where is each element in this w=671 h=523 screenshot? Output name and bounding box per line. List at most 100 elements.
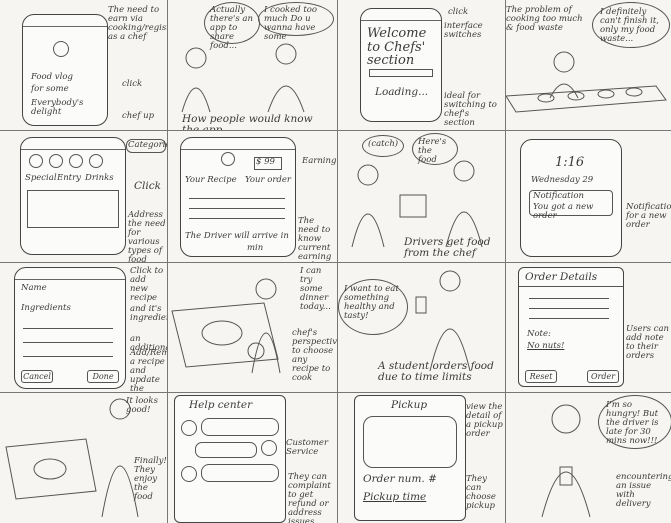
status-bar (23, 15, 107, 27)
bubble-text-1: Actually there's an app to share food... (210, 5, 253, 51)
note-chef-up: chef up (122, 111, 155, 121)
phone-sketch: Food vlog for some Everybody's delight (22, 14, 108, 126)
tab-drinks[interactable]: Drinks (85, 174, 114, 183)
cancel-button[interactable]: Cancel (21, 370, 53, 383)
earning-label: Earning (302, 156, 337, 166)
pickup-title: Pickup (391, 399, 428, 411)
notification-body: You got a new order (533, 202, 594, 221)
note-add: Add/Remove a recipe and update the ingre… (130, 348, 167, 392)
support-icon (181, 420, 197, 436)
category-icon (49, 154, 63, 168)
your-recipe-label[interactable]: Your Recipe (185, 176, 237, 185)
order-button[interactable]: Order (587, 370, 619, 383)
support-icon (181, 466, 197, 482)
panel-5: Special Entry Drinks Categories Click Ad… (0, 131, 167, 262)
tab-special[interactable]: Special (25, 174, 57, 183)
panel-3: Welcome to Chefs' section Loading... cli… (338, 0, 505, 130)
note-need: The need to know current earning and oth… (298, 216, 332, 262)
driver-unit: min (247, 243, 264, 253)
phone-text-1: Food vlog (31, 72, 73, 82)
status-bar (21, 138, 125, 150)
caption: A student orders food due to time limits (378, 360, 494, 384)
bubble-text-2: Here's the food (418, 137, 447, 165)
phone-sketch: Special Entry Drinks (20, 137, 126, 255)
pickup-time[interactable]: Pickup time (363, 491, 426, 503)
caption: Drivers get food from the chef (404, 236, 491, 260)
panel-12: Order Details Note: No nuts! Reset Order… (506, 263, 671, 392)
panel-13: It looks good! Finally! They enjoy the f… (0, 393, 167, 523)
panel-7: (catch) Here's the food Drivers get food… (338, 131, 505, 262)
panel-10: I can try some dinner today... chef's pe… (168, 263, 337, 392)
tab-entry[interactable]: Entry (57, 174, 81, 183)
phone-sketch: Order Details Note: No nuts! Reset Order (518, 267, 624, 387)
phone-sketch: Your Recipe Your order The Driver will a… (180, 137, 296, 257)
storyboard-sheet: Food vlog for some Everybody's delight T… (0, 0, 671, 523)
lock-date: Wednesday 29 (531, 175, 594, 185)
driver-text: The Driver will arrive in (185, 231, 289, 241)
list-line (189, 208, 285, 209)
phone-text-2: for some (31, 84, 69, 94)
category-icon (89, 154, 103, 168)
note-view: view the detail of a pickup order (466, 402, 503, 439)
note-click: click (448, 7, 469, 17)
order-details-title: Order Details (525, 271, 598, 283)
detail-line (529, 308, 609, 309)
note-interface: interface switches (444, 21, 483, 40)
panel-9: Name Ingredients Cancel Done Click to ad… (0, 263, 167, 392)
note: Notification for a new order (626, 202, 671, 230)
avatar-icon (53, 41, 69, 57)
phone-sketch: Help center (174, 395, 286, 523)
user-icon (261, 440, 277, 456)
status-bar (15, 268, 125, 280)
bubble-text: I can try some dinner today... (300, 266, 331, 312)
note-click: Click to add new recipe (130, 266, 164, 303)
field-name-label: Name (21, 283, 47, 293)
earning-amount: $ 99 (256, 157, 275, 167)
status-bar (361, 9, 441, 21)
notification-title: Notification (533, 191, 584, 201)
note: They can complaint to get refund or addr… (288, 472, 331, 523)
profile-icon (221, 152, 235, 166)
detail-line (529, 298, 609, 299)
reset-button[interactable]: Reset (525, 370, 557, 383)
ingredient-line[interactable] (23, 342, 113, 343)
note-ideal: ideal for switching to chef's section (444, 91, 497, 128)
note-input[interactable]: No nuts! (527, 342, 564, 351)
panel-2: Actually there's an app to share food...… (168, 0, 337, 130)
panel-11: I want to eat something healthy and tast… (338, 263, 505, 392)
bubble-text-2: I cooked too much Do u wanna have some (264, 5, 318, 42)
welcome-title: Welcome to Chefs' section (367, 26, 427, 69)
phone-sketch: Name Ingredients Cancel Done (14, 267, 126, 389)
ingredient-line[interactable] (23, 328, 113, 329)
note-click: Click (134, 180, 161, 192)
note-click: click (122, 79, 143, 89)
loading-bar (369, 69, 433, 77)
panel-4: The problem of cooking too much & food w… (506, 0, 671, 130)
category-icon (69, 154, 83, 168)
bubble-text: It looks good! (126, 396, 158, 415)
content-box (27, 190, 119, 228)
panel-16: I'm so hungry! But the driver is late fo… (506, 393, 671, 523)
chat-bubble (201, 464, 279, 482)
note-label: Note: (527, 329, 551, 339)
lock-time: 1:16 (555, 155, 585, 170)
loading-text: Loading... (375, 86, 429, 98)
done-button[interactable]: Done (87, 370, 119, 383)
status-bar (181, 138, 295, 150)
your-order-label[interactable]: Your order (245, 176, 291, 185)
note-address: Address the need for various types of fo… (128, 210, 166, 262)
bubble-text-1: (catch) (368, 139, 399, 149)
note-choose: They can choose pickup (466, 474, 496, 511)
chat-bubble (201, 418, 279, 436)
panel-8: 1:16 Wednesday 29 Notification You got a… (506, 131, 671, 262)
panel-1: Food vlog for some Everybody's delight T… (0, 0, 167, 130)
map-area[interactable] (363, 416, 457, 468)
caption: How people would know the app (182, 113, 313, 130)
note-chef: The need to earn via cooking/register as… (108, 5, 167, 42)
phone-sketch: Pickup Order num. # Pickup time (354, 395, 466, 521)
category-icon (29, 154, 43, 168)
customer-service-label: Customer Service (286, 438, 329, 457)
bubble-text: I'm so hungry! But the driver is late fo… (606, 400, 659, 446)
categories-label: Categories (128, 140, 167, 150)
ingredient-line[interactable] (23, 356, 113, 357)
